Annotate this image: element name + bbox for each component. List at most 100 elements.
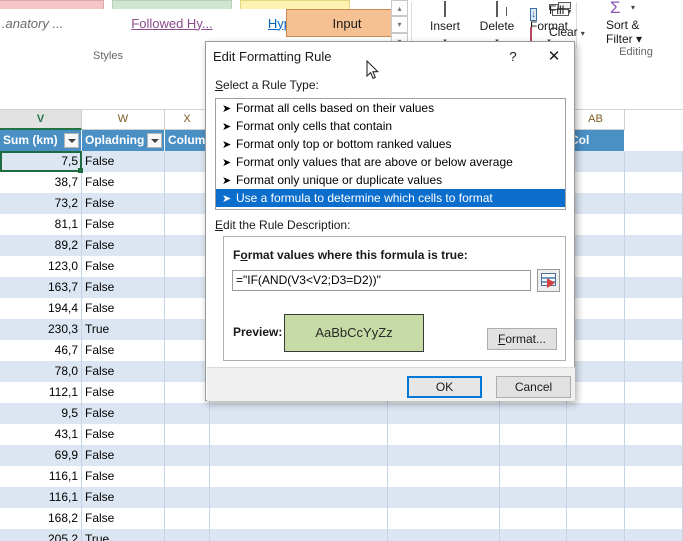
cell-sum-km[interactable]: 112,1 [0, 382, 82, 403]
table-row[interactable]: 9,5 False [0, 403, 683, 424]
cell-opladning[interactable]: False [82, 487, 165, 508]
cell-sum-km[interactable]: 116,1 [0, 466, 82, 487]
cell-sum-km[interactable]: 78,0 [0, 361, 82, 382]
cell-sum-km[interactable]: 194,4 [0, 298, 82, 319]
cell-opladning[interactable]: False [82, 424, 165, 445]
cell-sum-km[interactable]: 163,7 [0, 277, 82, 298]
table-column-header[interactable]: Sum (km) [0, 130, 82, 151]
cell-sum-km[interactable]: 46,7 [0, 340, 82, 361]
cell-sum-km[interactable]: 230,3 [0, 319, 82, 340]
rule-type-item[interactable]: ➤ Use a formula to determine which cells … [216, 189, 565, 207]
cell-empty[interactable] [567, 319, 625, 340]
table-row[interactable]: 168,2 False [0, 508, 683, 529]
cancel-button[interactable]: Cancel [496, 376, 571, 398]
clear-button[interactable]: Clear ▾ [530, 25, 585, 43]
autosum-icon[interactable]: Σ [610, 0, 621, 18]
cell-empty[interactable] [567, 235, 625, 256]
cell-empty[interactable] [500, 445, 567, 466]
cell-empty[interactable] [210, 487, 388, 508]
cell-empty[interactable] [165, 319, 210, 340]
cell-opladning[interactable]: False [82, 193, 165, 214]
cell-empty[interactable] [388, 445, 500, 466]
cell-empty[interactable] [165, 382, 210, 403]
filter-dropdown-icon[interactable] [64, 133, 79, 148]
cell-empty[interactable] [165, 361, 210, 382]
cell-empty[interactable] [165, 214, 210, 235]
filter-dropdown-icon[interactable] [147, 133, 162, 148]
cell-empty[interactable] [567, 508, 625, 529]
cell-sum-km[interactable]: 205,2 [0, 529, 82, 541]
edit-formatting-rule-dialog[interactable]: Edit Formatting Rule ? ✕ Select a Rule T… [205, 41, 575, 401]
cell-empty[interactable] [625, 529, 683, 541]
cell-empty[interactable] [625, 403, 683, 424]
cell-opladning[interactable]: False [82, 508, 165, 529]
rule-type-item[interactable]: ➤ Format only top or bottom ranked values [216, 135, 565, 153]
cell-empty[interactable] [165, 298, 210, 319]
style-followed-hyperlink[interactable]: Followed Hy... [112, 9, 232, 37]
table-row[interactable]: 69,9 False [0, 445, 683, 466]
cell-opladning[interactable]: False [82, 172, 165, 193]
cell-empty[interactable] [625, 193, 683, 214]
cell-sum-km[interactable]: 168,2 [0, 508, 82, 529]
cell-sum-km[interactable]: 43,1 [0, 424, 82, 445]
cell-sum-km[interactable]: 73,2 [0, 193, 82, 214]
cell-sum-km[interactable]: 9,5 [0, 403, 82, 424]
cell-empty[interactable] [567, 445, 625, 466]
cell-empty[interactable] [210, 403, 388, 424]
cell-empty[interactable] [567, 193, 625, 214]
rule-type-listbox[interactable]: ➤ Format all cells based on their values ➤… [215, 98, 566, 210]
cell-styles-gallery[interactable]: ...anatory ... Followed Hy... Hyperlink … [0, 0, 408, 38]
cell-empty[interactable] [567, 340, 625, 361]
cell-empty[interactable] [625, 487, 683, 508]
cell-empty[interactable] [165, 466, 210, 487]
cell-opladning[interactable]: False [82, 361, 165, 382]
chevron-down-icon[interactable]: ▾ [581, 29, 585, 38]
cell-empty[interactable] [567, 151, 625, 172]
cell-empty[interactable] [500, 403, 567, 424]
cell-empty[interactable] [165, 235, 210, 256]
delete-cells-button[interactable]: Delete ▾ [471, 1, 523, 46]
cell-empty[interactable] [567, 487, 625, 508]
cell-empty[interactable] [210, 508, 388, 529]
table-row[interactable]: 116,1 False [0, 466, 683, 487]
cell-empty[interactable] [625, 340, 683, 361]
range-selector-icon[interactable] [537, 269, 560, 292]
cell-empty[interactable] [567, 277, 625, 298]
cell-sum-km[interactable]: 116,1 [0, 487, 82, 508]
chevron-down-icon[interactable]: ▾ [567, 7, 571, 16]
cell-empty[interactable] [388, 403, 500, 424]
cell-opladning[interactable]: True [82, 529, 165, 541]
cell-empty[interactable] [625, 172, 683, 193]
cell-opladning[interactable]: False [82, 277, 165, 298]
rule-type-item[interactable]: ➤ Format only unique or duplicate values [216, 171, 565, 189]
insert-cells-button[interactable]: Insert ▾ [419, 1, 471, 46]
gallery-scroll-down-icon[interactable]: ▾ [391, 16, 408, 33]
cell-opladning[interactable]: False [82, 256, 165, 277]
cell-empty[interactable] [165, 487, 210, 508]
formula-input[interactable]: ="IF(AND(V3<V2;D3=D2))" [232, 270, 531, 291]
cell-sum-km[interactable]: 69,9 [0, 445, 82, 466]
cell-empty[interactable] [625, 151, 683, 172]
close-icon[interactable]: ✕ [543, 47, 565, 67]
chevron-down-icon[interactable]: ▾ [631, 3, 635, 12]
gallery-scroll-up-icon[interactable]: ▴ [391, 0, 408, 16]
cell-opladning[interactable]: False [82, 382, 165, 403]
cell-empty[interactable] [165, 277, 210, 298]
cell-empty[interactable] [500, 487, 567, 508]
cell-empty[interactable] [567, 298, 625, 319]
cell-empty[interactable] [567, 529, 625, 541]
cell-empty[interactable] [500, 424, 567, 445]
cell-empty[interactable] [500, 466, 567, 487]
rule-type-item[interactable]: ➤ Format only values that are above or be… [216, 153, 565, 171]
cell-empty[interactable] [625, 424, 683, 445]
table-row[interactable]: 205,2 True [0, 529, 683, 541]
cell-empty[interactable] [625, 256, 683, 277]
cell-empty[interactable] [625, 235, 683, 256]
table-row[interactable]: 116,1 False [0, 487, 683, 508]
cell-empty[interactable] [165, 508, 210, 529]
cell-empty[interactable] [625, 508, 683, 529]
cell-empty[interactable] [500, 508, 567, 529]
cell-opladning[interactable]: False [82, 445, 165, 466]
cell-sum-km[interactable]: 38,7 [0, 172, 82, 193]
cell-opladning[interactable]: False [82, 403, 165, 424]
